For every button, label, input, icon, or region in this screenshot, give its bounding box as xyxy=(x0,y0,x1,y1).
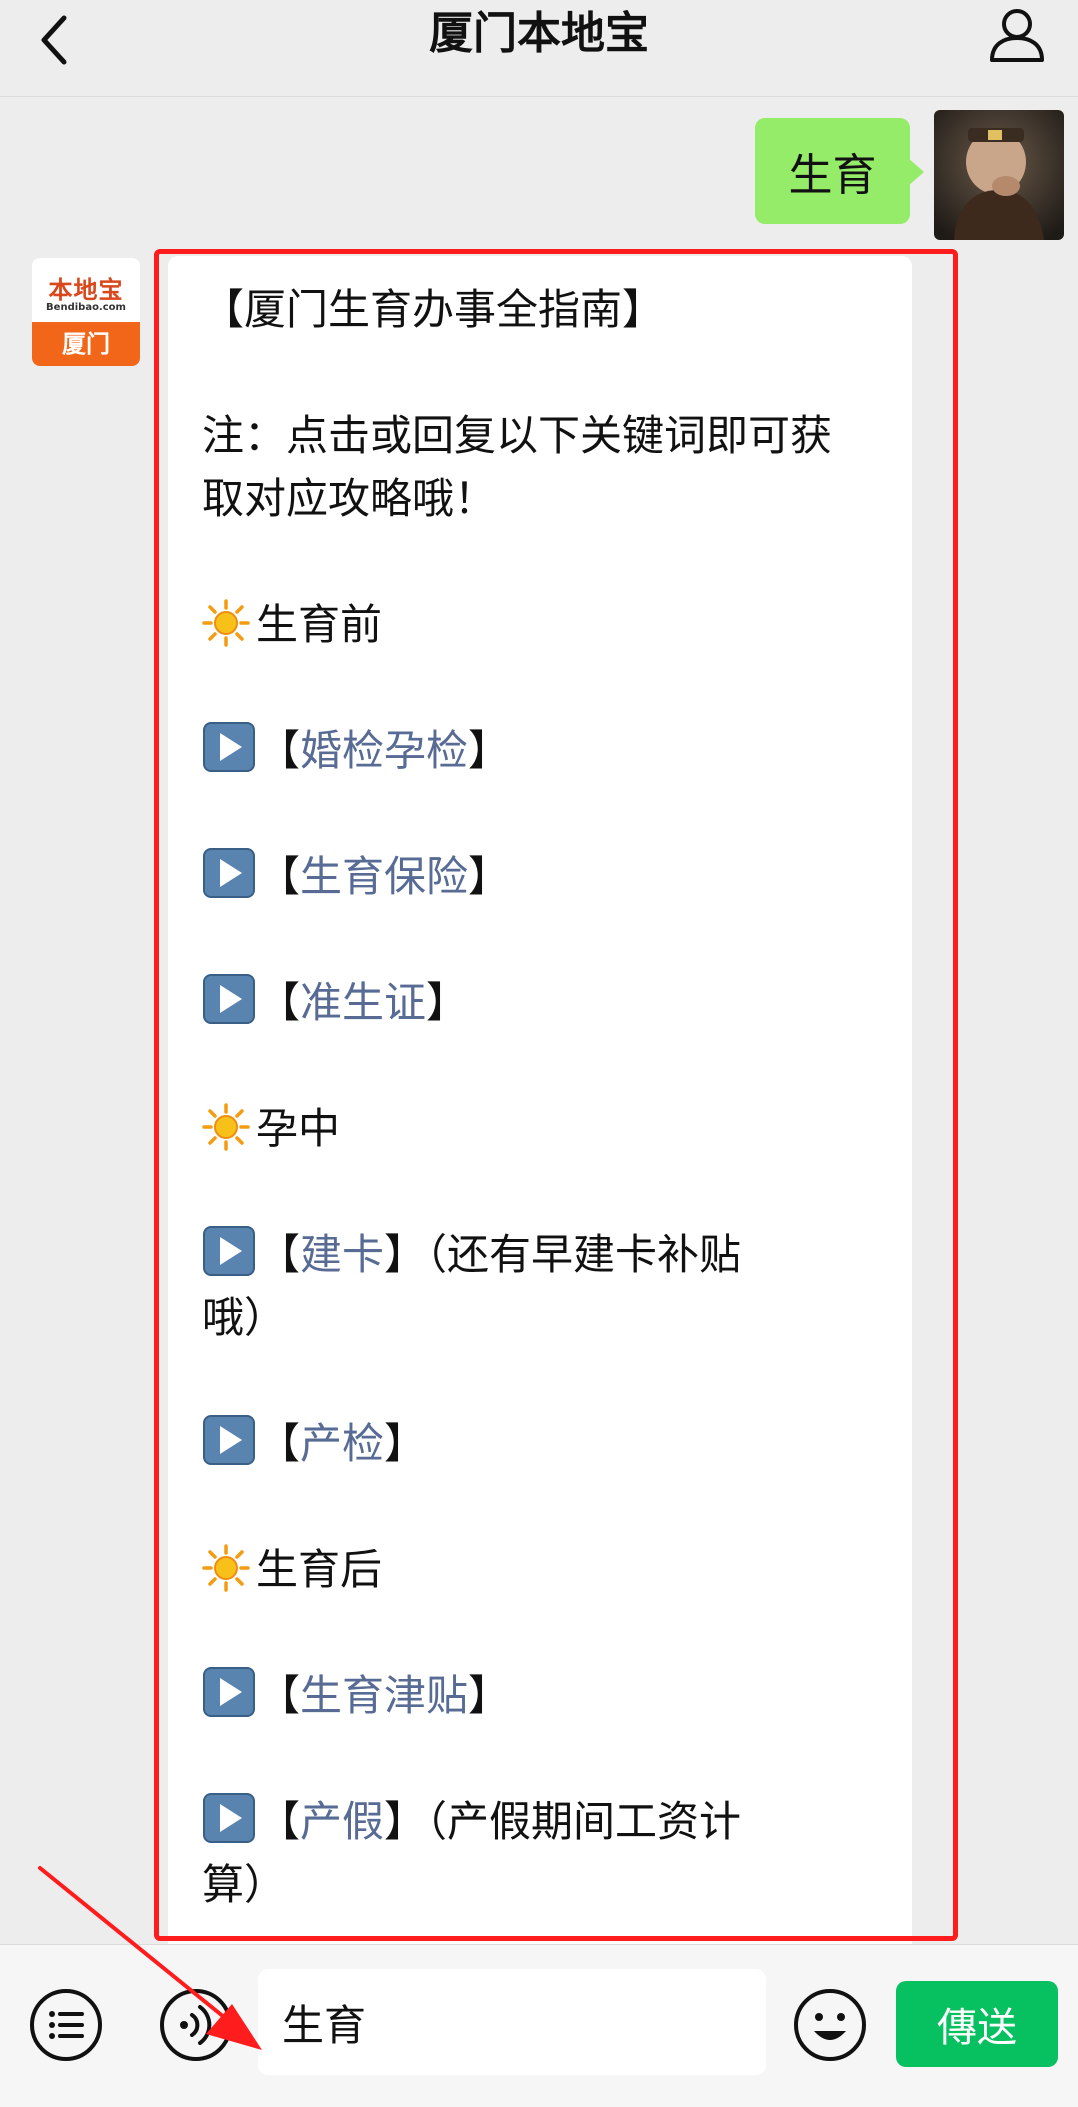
section-after-birth: 生育后 xyxy=(202,1538,882,1601)
chat-input-bar: 傳送 xyxy=(0,1944,1078,2107)
header-bar: 厦门本地宝 xyxy=(0,0,1078,97)
logo-brand-name: 本地宝 xyxy=(48,276,124,304)
play-button-icon xyxy=(203,722,255,772)
list-menu-icon xyxy=(30,1989,102,2061)
list-item-maternity-leave-cont: 算） xyxy=(202,1860,287,1909)
play-button-icon xyxy=(203,1793,255,1843)
section-after-label: 生育后 xyxy=(256,1545,383,1594)
list-item-birth-permit: 【准生证】 xyxy=(202,971,882,1034)
logo-city: 厦门 xyxy=(32,322,140,366)
avatar-image xyxy=(934,110,1064,240)
outgoing-message-bubble[interactable]: 生育 xyxy=(755,118,924,224)
list-item-registration-cont: 哦） xyxy=(202,1293,287,1342)
keyword-link-maternity-leave[interactable]: 产假 xyxy=(300,1797,384,1846)
list-item-prenatal-check: 【产检】 xyxy=(202,1412,882,1475)
send-button[interactable]: 傳送 xyxy=(896,1981,1058,2067)
voice-input-button[interactable] xyxy=(158,1987,234,2063)
list-item-registration: 【建卡】（还有早建卡补贴 xyxy=(202,1223,882,1286)
voice-icon xyxy=(160,1989,232,2061)
section-during-label: 孕中 xyxy=(256,1104,341,1153)
list-item-premarital-check: 【婚检孕检】 xyxy=(202,719,882,782)
play-button-icon xyxy=(203,974,255,1024)
keyword-link-maternity-allowance[interactable]: 生育津贴 xyxy=(300,1671,468,1720)
profile-button[interactable] xyxy=(986,4,1048,64)
play-button-icon xyxy=(203,1667,255,1717)
sun-icon xyxy=(202,1103,250,1151)
message-note-line-2: 取对应攻略哦！ xyxy=(202,474,497,523)
keyword-link-prenatal-check[interactable]: 产检 xyxy=(300,1419,384,1468)
page-title: 厦门本地宝 xyxy=(429,8,649,59)
play-button-icon xyxy=(203,1226,255,1276)
logo-url: Bendibao.com xyxy=(46,302,126,313)
play-button-icon xyxy=(203,1415,255,1465)
outgoing-message-text: 生育 xyxy=(788,150,877,201)
message-input[interactable] xyxy=(258,1969,766,2075)
user-icon xyxy=(990,9,1044,62)
keyword-link-premarital-check[interactable]: 婚检孕检 xyxy=(300,726,468,775)
section-before-birth: 生育前 xyxy=(202,593,882,656)
list-item-maternity-allowance: 【生育津贴】 xyxy=(202,1664,882,1727)
keyword-link-registration[interactable]: 建卡 xyxy=(300,1230,384,1279)
section-before-label: 生育前 xyxy=(256,600,383,649)
sun-icon xyxy=(202,599,250,647)
self-avatar[interactable] xyxy=(934,110,1064,240)
message-note-line-1: 注：点击或回复以下关键词即可获 xyxy=(202,411,833,460)
play-button-icon xyxy=(203,848,255,898)
keyword-link-birth-permit[interactable]: 准生证 xyxy=(300,978,426,1027)
keyword-link-maternity-insurance[interactable]: 生育保险 xyxy=(300,852,468,901)
logo-top: 本地宝 Bendibao.com xyxy=(32,258,140,322)
emoji-button[interactable] xyxy=(792,1987,868,2063)
sun-icon xyxy=(202,1544,250,1592)
list-item-maternity-insurance: 【生育保险】 xyxy=(202,845,882,908)
section-during-pregnancy: 孕中 xyxy=(202,1097,882,1160)
message-heading: 【厦门生育办事全指南】 xyxy=(202,285,665,334)
smiley-icon xyxy=(794,1989,866,2061)
incoming-message-bubble: 【厦门生育办事全指南】 注：点击或回复以下关键词即可获 取对应攻略哦！ 生育前 … xyxy=(168,256,912,1956)
list-item-maternity-leave: 【产假】（产假期间工资计 xyxy=(202,1790,882,1853)
menu-button[interactable] xyxy=(28,1987,104,2063)
bot-avatar[interactable]: 本地宝 Bendibao.com 厦门 xyxy=(32,258,140,366)
